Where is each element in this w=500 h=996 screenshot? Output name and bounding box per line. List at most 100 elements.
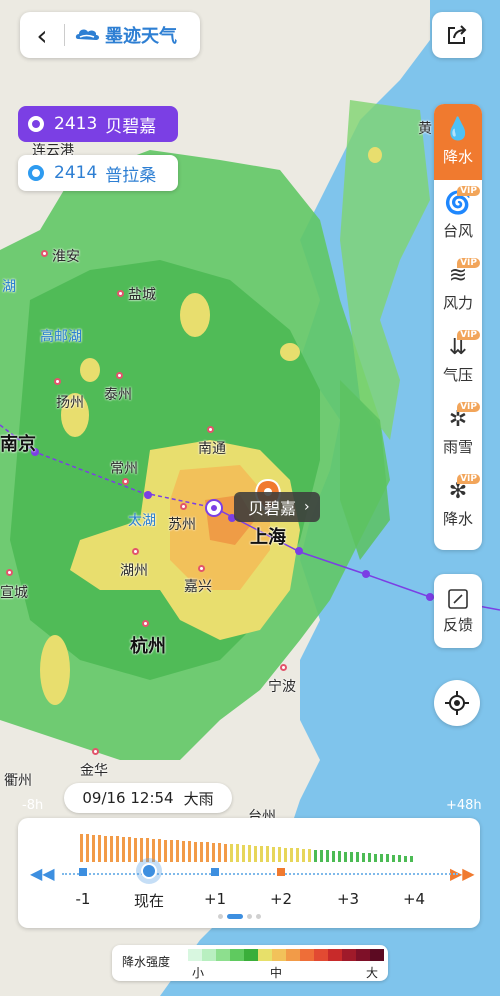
city-dot bbox=[198, 565, 205, 572]
layer-label: 降水 bbox=[442, 147, 473, 166]
forecast-bar bbox=[134, 837, 137, 862]
forecast-bar bbox=[206, 842, 209, 862]
forecast-bar bbox=[398, 855, 401, 862]
city-label: 黄 bbox=[418, 121, 432, 137]
city-label: 高邮湖 bbox=[40, 329, 82, 345]
city-dot bbox=[117, 290, 124, 297]
current-time-label: 09/16 12:54 大雨 bbox=[64, 783, 232, 813]
city-label: 常州 bbox=[110, 461, 138, 477]
city-dot bbox=[6, 569, 13, 576]
forecast-bar bbox=[344, 851, 347, 862]
city-label: 扬州 bbox=[56, 395, 84, 411]
layer-label: 台风 bbox=[442, 221, 473, 240]
city-label: 宣城 bbox=[0, 585, 28, 601]
vip-badge: VIP bbox=[457, 402, 480, 412]
rewind-icon[interactable]: ◀◀ bbox=[30, 864, 55, 883]
layer-wind[interactable]: VIP ≋ 风力 bbox=[434, 252, 482, 324]
forecast-bar bbox=[410, 856, 413, 862]
forecast-bar bbox=[392, 854, 395, 862]
legend-high: 大 bbox=[366, 966, 379, 980]
forecast-bar bbox=[92, 834, 95, 862]
forecast-bar bbox=[242, 844, 245, 862]
forecast-bar bbox=[308, 849, 311, 862]
city-dot bbox=[132, 548, 139, 555]
timeline-tick[interactable] bbox=[277, 868, 285, 876]
share-icon bbox=[448, 25, 467, 44]
city-dot bbox=[116, 372, 123, 379]
layer-typhoon[interactable]: VIP 🌀 台风 bbox=[434, 180, 482, 252]
layer-label: 气压 bbox=[442, 365, 473, 384]
typhoon-tag-secondary[interactable]: 2414 普拉桑 bbox=[18, 155, 178, 191]
forecast-bar bbox=[224, 843, 227, 862]
forecast-bar bbox=[110, 836, 113, 862]
forecast-bar bbox=[182, 840, 185, 862]
timeline-end: +48h bbox=[446, 798, 482, 813]
city-label: 南京 bbox=[0, 434, 36, 455]
city-label: 上海 bbox=[250, 527, 286, 548]
forecast-bar bbox=[350, 852, 353, 862]
timeline-start: -8h bbox=[22, 798, 44, 813]
forecast-bar bbox=[338, 851, 341, 862]
locate-button[interactable] bbox=[434, 680, 480, 726]
layer-label: 降水 bbox=[442, 509, 473, 528]
forecast-bar bbox=[296, 848, 299, 862]
forecast-bar bbox=[374, 853, 377, 862]
forecast-bar bbox=[86, 834, 89, 862]
timeline-panel: ◀◀ ▶▶ -1 现在 +1 +2 +3 +4 bbox=[18, 818, 480, 928]
timeline-track[interactable] bbox=[62, 873, 458, 875]
forecast-bar bbox=[314, 849, 317, 862]
city-label: 衢州 bbox=[4, 773, 32, 789]
timeline-tick[interactable] bbox=[79, 868, 87, 876]
cloud-logo-icon bbox=[75, 29, 99, 40]
locate-icon bbox=[445, 691, 469, 715]
city-label: 淮安 bbox=[52, 249, 80, 265]
forecast-bar bbox=[230, 844, 233, 862]
forecast-bar bbox=[170, 840, 173, 862]
page-dot bbox=[256, 914, 261, 919]
layer-label: 风力 bbox=[442, 293, 473, 312]
top-bar: ‹ 墨迹天气 bbox=[20, 12, 200, 58]
city-dot bbox=[180, 503, 187, 510]
city-dot bbox=[207, 426, 214, 433]
vip-badge: VIP bbox=[457, 186, 480, 196]
forecast-bar bbox=[320, 850, 323, 862]
city-dot bbox=[41, 250, 48, 257]
typhoon-icon bbox=[28, 165, 44, 181]
city-label: 苏州 bbox=[168, 517, 196, 533]
typhoon-code: 2413 bbox=[54, 114, 98, 134]
typhoon-tag-primary[interactable]: 2413 贝碧嘉 bbox=[18, 106, 178, 142]
share-button[interactable] bbox=[432, 12, 482, 58]
forecast-bar bbox=[194, 841, 197, 862]
tick-label: +1 bbox=[203, 890, 227, 908]
tick-label: +3 bbox=[336, 890, 360, 908]
typhoon-marker-name: 贝碧嘉 bbox=[248, 499, 297, 518]
forecast-bar bbox=[176, 840, 179, 862]
forecast-bar bbox=[116, 836, 119, 862]
layer-rain[interactable]: 💧 降水 bbox=[434, 104, 482, 180]
forecast-bar bbox=[362, 852, 365, 862]
forecast-bar bbox=[188, 841, 191, 862]
tick-label: +2 bbox=[269, 890, 293, 908]
current-time: 09/16 12:54 bbox=[82, 789, 174, 807]
city-dot bbox=[142, 620, 149, 627]
layer-pressure[interactable]: VIP ⇊ 气压 bbox=[434, 324, 482, 396]
city-label: 金华 bbox=[80, 763, 108, 779]
forecast-bar bbox=[386, 854, 389, 862]
typhoon-marker-label[interactable]: 贝碧嘉 › bbox=[234, 492, 320, 522]
layer-precip-snow[interactable]: VIP ✻ 降水 bbox=[434, 468, 482, 540]
timeline-thumb[interactable] bbox=[136, 858, 162, 884]
forecast-bar bbox=[164, 839, 167, 862]
city-label: 嘉兴 bbox=[184, 579, 212, 595]
layer-menu: 💧 降水 VIP 🌀 台风 VIP ≋ 风力 VIP ⇊ 气压 VIP ✲ 雨雪… bbox=[434, 104, 482, 550]
layer-rain-snow[interactable]: VIP ✲ 雨雪 bbox=[434, 396, 482, 468]
city-dot bbox=[92, 748, 99, 755]
typhoon-name: 普拉桑 bbox=[105, 165, 157, 186]
feedback-label: 反馈 bbox=[442, 615, 473, 634]
legend-low: 小 bbox=[192, 966, 205, 980]
tick-label: -1 bbox=[75, 890, 91, 908]
timeline-tick[interactable] bbox=[211, 868, 219, 876]
back-button[interactable]: ‹ bbox=[20, 12, 64, 58]
forecast-bar bbox=[260, 846, 263, 862]
feedback-button[interactable]: 反馈 bbox=[434, 574, 482, 648]
forecast-bar bbox=[248, 845, 251, 862]
